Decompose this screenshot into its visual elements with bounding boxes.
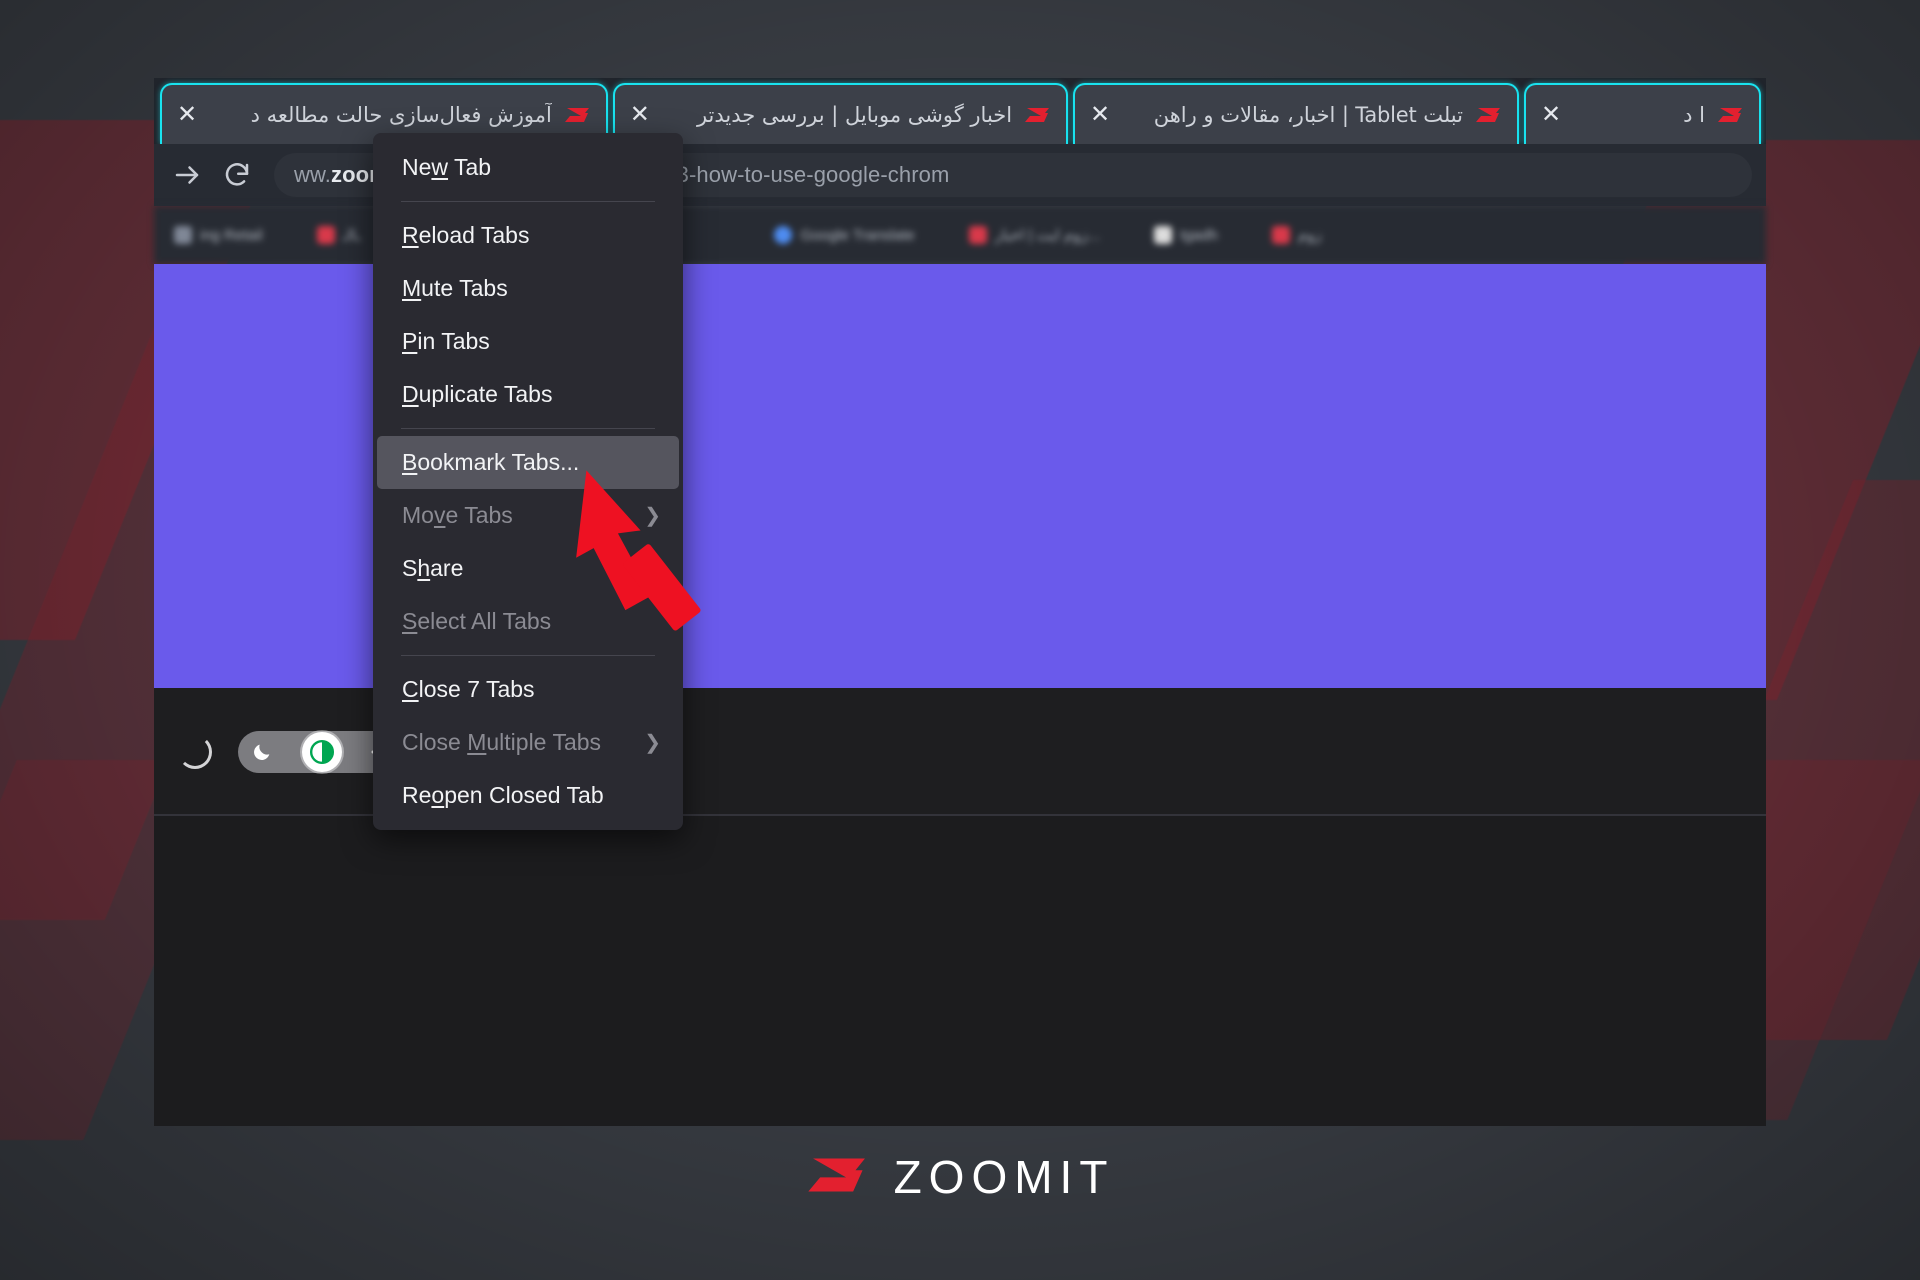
menu-item-label: Mute Tabs <box>402 275 508 301</box>
brand-name: ZOOMIT <box>893 1151 1115 1203</box>
menu-item-new-tab[interactable]: New Tab <box>373 141 683 194</box>
menu-item-label: Reload Tabs <box>402 222 530 248</box>
zoomit-logo-icon <box>564 105 592 125</box>
favicon-icon <box>968 226 987 244</box>
bookmark-label: زوم ایت | اخبار... <box>994 227 1101 244</box>
close-icon[interactable]: ✕ <box>627 102 653 128</box>
menu-item-pin-tabs[interactable]: Pin Tabs <box>373 315 683 368</box>
bookmark-item[interactable]: ing Retail <box>174 226 263 244</box>
arrow-right-icon[interactable] <box>164 152 210 198</box>
close-icon[interactable]: ✕ <box>1538 102 1564 128</box>
menu-item-label: Duplicate Tabs <box>402 381 553 407</box>
menu-item-label: Share <box>402 555 464 581</box>
footer-brand: ZOOMIT <box>0 1150 1920 1204</box>
browser-tab-3[interactable]: تبلت Tablet | اخبار، مقالات و راهن ✕ <box>1073 83 1519 144</box>
tab-title: تبلت Tablet | اخبار، مقالات و راهن <box>1153 102 1463 127</box>
chevron-right-icon: ❯ <box>644 731 661 754</box>
zoomit-logo-icon <box>1024 105 1052 125</box>
close-icon[interactable]: ✕ <box>1087 102 1113 128</box>
menu-item-label: New Tab <box>402 154 492 180</box>
moon-icon[interactable] <box>244 734 280 770</box>
reload-icon[interactable] <box>214 152 260 198</box>
menu-item-reopen-closed-tab[interactable]: Reopen Closed Tab <box>373 769 683 822</box>
favicon-icon <box>774 226 793 244</box>
menu-item-label: Close 7 Tabs <box>402 676 535 702</box>
browser-tab-4[interactable]: ا د ✕ <box>1524 83 1762 144</box>
menu-item-reload-tabs[interactable]: Reload Tabs <box>373 209 683 262</box>
favicon-icon <box>1154 226 1173 244</box>
progress-ring-icon <box>178 735 212 769</box>
bookmark-label: ing Retail <box>200 226 263 244</box>
menu-item-label: Bookmark Tabs... <box>402 449 580 475</box>
menu-item-label: Pin Tabs <box>402 328 490 354</box>
bookmark-item[interactable]: زوم <box>1271 226 1322 244</box>
bookmark-item[interactable]: زوم ایت | اخبار... <box>968 226 1101 244</box>
menu-item-label: Select All Tabs <box>402 608 552 634</box>
bookmark-item[interactable]: ـالـ <box>316 226 361 244</box>
favicon-icon <box>316 226 335 244</box>
menu-item-close-7-tabs[interactable]: Close 7 Tabs <box>373 663 683 716</box>
menu-item-label: Close Multiple Tabs <box>402 729 602 755</box>
menu-separator <box>401 655 655 656</box>
menu-item-label: Move Tabs <box>402 502 513 528</box>
bookmark-label: زوم <box>1297 227 1322 244</box>
menu-separator <box>401 201 655 202</box>
annotation-arrow <box>555 465 745 640</box>
bookmark-item[interactable]: tgadh <box>1154 226 1218 244</box>
menu-item-label: Reopen Closed Tab <box>402 782 604 808</box>
zoomit-logo-icon <box>806 1151 872 1204</box>
zoomit-logo-icon <box>1475 105 1503 125</box>
tab-title: آموزش فعال‌سازی حالت مطالعه د <box>250 102 552 127</box>
menu-item-mute-tabs[interactable]: Mute Tabs <box>373 262 683 315</box>
menu-item-close-multiple-tabs: Close Multiple Tabs ❯ <box>373 716 683 769</box>
zoomit-logo-icon <box>1717 105 1745 125</box>
bookmark-item[interactable]: Google Translate <box>774 226 915 244</box>
favicon-icon <box>1271 226 1290 244</box>
tab-title: اخبار گوشی موبایل | بررسی جدیدتر <box>696 102 1013 127</box>
close-icon[interactable]: ✕ <box>174 102 200 128</box>
tab-title: ا د <box>1683 102 1706 127</box>
menu-separator <box>401 428 655 429</box>
bookmark-label: tgadh <box>1180 226 1218 244</box>
menu-item-duplicate-tabs[interactable]: Duplicate Tabs <box>373 368 683 421</box>
half-circle-icon[interactable] <box>302 732 342 772</box>
bookmark-label: Google Translate <box>800 226 915 244</box>
favicon-icon <box>174 226 192 244</box>
bookmark-label: ـالـ <box>342 227 361 244</box>
